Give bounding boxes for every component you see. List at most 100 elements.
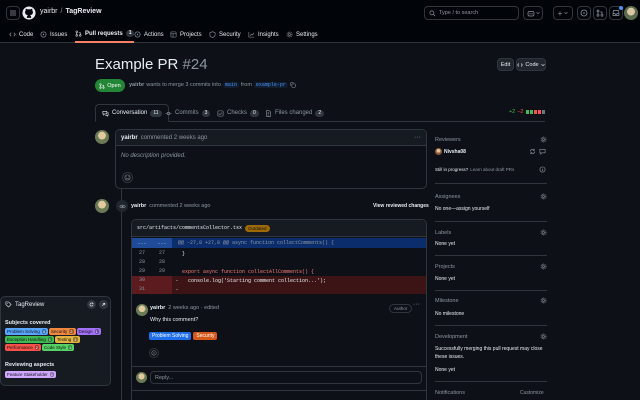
diff-line-context[interactable]: 27 27} <box>132 249 426 258</box>
reply-tag-security[interactable]: Security <box>193 332 218 340</box>
assignees-none: No one— <box>435 206 457 212</box>
gear-icon[interactable] <box>540 193 547 200</box>
assignees-heading[interactable]: Assignees <box>435 194 460 200</box>
head-branch[interactable]: example-pr <box>253 82 288 88</box>
development-heading[interactable]: Development <box>435 334 467 340</box>
nav-insights-label: Insights <box>258 31 279 38</box>
tab-conversation[interactable]: Conversation 11 <box>95 104 169 122</box>
draft-prs-link[interactable]: Learn about draft PRs <box>470 167 514 172</box>
nav-projects[interactable]: Projects <box>170 26 202 43</box>
pr-summary: yairbr wants to merge 3 commits into mai… <box>129 82 296 88</box>
pull-requests-button[interactable] <box>593 6 607 20</box>
hunk-expand-left[interactable]: ... <box>132 238 152 248</box>
view-reviewed-changes-link[interactable]: View reviewed changes <box>373 203 429 209</box>
nav-actions[interactable]: Actions <box>134 26 164 43</box>
reply-author-avatar[interactable] <box>136 304 148 316</box>
nav-insights[interactable]: Insights <box>248 26 279 43</box>
nav-security-label: Security <box>219 31 241 38</box>
nav-security[interactable]: Security <box>209 26 241 43</box>
diffstat-block <box>537 110 541 114</box>
diff-line-deleted[interactable]: 31 - <box>132 285 426 294</box>
menu-button[interactable] <box>6 6 20 20</box>
tag-chip-count: 1 <box>94 329 99 334</box>
issue-opened-icon <box>40 31 47 38</box>
comment-author[interactable]: yairbr <box>121 135 138 141</box>
tag-chip[interactable]: Security 2 <box>49 328 76 335</box>
tab-files-changed[interactable]: Files changed 2 <box>265 104 325 122</box>
tag-chip[interactable]: Performance 2 <box>5 344 41 351</box>
projects-heading[interactable]: Projects <box>435 264 455 270</box>
diff-line-context[interactable]: 29 29 export async function collectAllComm… <box>132 267 426 276</box>
reviewers-heading[interactable]: Reviewers <box>435 137 461 143</box>
tag-chip[interactable]: Code Style 1 <box>42 344 75 351</box>
nav-code-label: Code <box>19 31 34 38</box>
nav-code[interactable]: Code <box>9 26 33 43</box>
tag-chip[interactable]: Exception Handling 1 <box>5 336 55 343</box>
tag-chip[interactable]: Design 1 <box>76 328 101 335</box>
tag-chip[interactable]: Problem Solving 4 <box>5 328 48 335</box>
diff-line-deleted[interactable]: 30 - console.log('Starting comment collec… <box>132 276 426 285</box>
code-dropdown-button[interactable]: Code <box>516 58 546 71</box>
file-path[interactable]: src/artifacts/commentsCollector.tsx <box>137 225 242 231</box>
info-icon <box>539 166 546 173</box>
chevron-down-icon <box>540 63 545 66</box>
reply-add-reaction-button[interactable] <box>149 348 159 358</box>
diff-code: console.log('Starting comment collection… <box>182 277 327 284</box>
user-avatar[interactable] <box>624 6 638 20</box>
gear-icon[interactable] <box>540 263 547 270</box>
reviewer-avatar[interactable] <box>435 148 442 155</box>
plus-icon: + <box>557 8 563 18</box>
create-new-button[interactable]: + <box>553 6 573 20</box>
inbox-button[interactable] <box>609 6 623 20</box>
open-external-button[interactable] <box>99 300 108 309</box>
nav-issues[interactable]: Issues <box>40 26 67 43</box>
reply-author[interactable]: yairbr <box>150 305 165 311</box>
search-input[interactable]: Type / to search <box>424 6 519 20</box>
github-logo-icon[interactable] <box>22 6 36 20</box>
graph-icon <box>248 31 255 38</box>
repo-link[interactable]: TagReview <box>65 8 101 15</box>
gear-icon[interactable] <box>540 333 547 340</box>
reply-menu-icon[interactable]: ··· <box>413 301 420 308</box>
reply-tag-problem-solving[interactable]: Problem Solving <box>149 332 192 340</box>
issues-button[interactable] <box>577 6 591 20</box>
nav-settings[interactable]: Settings <box>286 26 318 43</box>
tag-chip-label: Code Style <box>44 345 67 350</box>
gear-icon[interactable] <box>540 297 547 304</box>
comment-menu-icon[interactable]: ··· <box>414 134 421 141</box>
copilot-button[interactable] <box>523 6 543 20</box>
labels-heading[interactable]: Labels <box>435 230 451 236</box>
assign-yourself-link[interactable]: assign yourself <box>456 206 489 212</box>
gear-icon[interactable] <box>540 229 547 236</box>
tag-chip[interactable]: Testing 1 <box>55 336 80 343</box>
reply-input[interactable]: Reply... <box>150 371 422 384</box>
comment-author-avatar[interactable] <box>95 130 109 144</box>
diffstat-blocks <box>525 110 545 114</box>
diffstat-block <box>533 110 537 114</box>
reviewer-name[interactable]: Nivsha08 <box>444 149 466 155</box>
thread-footer-divider <box>132 390 426 391</box>
nav-pull-requests[interactable]: Pull requests 1 <box>75 26 135 43</box>
review-author-avatar[interactable] <box>95 199 109 213</box>
gear-icon[interactable] <box>540 136 547 143</box>
diff-line-context[interactable]: 28 28 <box>132 258 426 267</box>
sync-icon[interactable] <box>529 148 536 155</box>
edit-button[interactable]: Edit <box>497 58 514 71</box>
add-reaction-button[interactable] <box>122 172 133 183</box>
tab-checks[interactable]: Checks 0 <box>217 104 259 122</box>
tab-commits[interactable]: Commits 3 <box>165 104 211 122</box>
copy-icon[interactable] <box>290 82 296 88</box>
pr-author-link[interactable]: yairbr <box>129 82 144 88</box>
refresh-button[interactable] <box>87 300 96 309</box>
tag-chip-count: 4 <box>41 329 46 334</box>
base-branch[interactable]: main <box>222 82 239 88</box>
tab-checks-count: 0 <box>250 109 259 117</box>
tag-chip-label: Security <box>51 329 68 334</box>
development-text: Successfully merging this pull request m… <box>435 346 543 360</box>
customize-notifications-link[interactable]: Customize <box>520 390 544 396</box>
owner-link[interactable]: yairbr <box>40 8 58 15</box>
milestone-heading[interactable]: Milestone <box>435 298 459 304</box>
review-author[interactable]: yairbr <box>131 203 146 209</box>
hunk-expand-right[interactable]: ... <box>152 238 172 248</box>
tag-chip[interactable]: Feature Stakeholder 1 <box>5 371 57 378</box>
